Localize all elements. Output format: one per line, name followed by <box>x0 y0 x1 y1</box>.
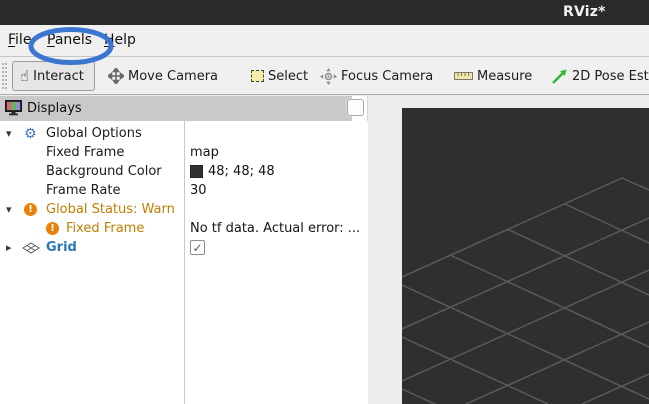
display-name: Grid <box>46 238 77 257</box>
property-name: Fixed Frame <box>46 143 124 162</box>
menu-file[interactable]: File <box>8 32 31 48</box>
select-label: Select <box>268 69 308 84</box>
ruler-icon <box>454 71 473 81</box>
displays-tree: ▾ ⚙ Global Options Fixed Frame map Backg… <box>0 121 368 404</box>
pose-estimate-tool-button[interactable]: 2D Pose Esti <box>551 62 649 90</box>
displays-panel-title: Displays <box>27 101 82 116</box>
selection-box-icon <box>251 70 264 82</box>
green-arrow-icon <box>551 68 568 85</box>
tree-row-fixed-frame[interactable]: Fixed Frame map <box>0 143 368 162</box>
menu-help[interactable]: Help <box>104 32 136 48</box>
menu-panels-mnemonic: P <box>47 32 55 48</box>
property-name: Frame Rate <box>46 181 120 200</box>
menu-panels-rest: anels <box>55 32 92 48</box>
status-message: No tf data. Actual error: ... <box>190 219 360 238</box>
menu-help-mnemonic: H <box>104 32 115 48</box>
move-arrows-icon <box>108 68 124 84</box>
displays-monitor-icon <box>5 100 22 116</box>
toolbar: ☝ Interact Move Camera Select Focus Came… <box>0 57 649 95</box>
tree-row-background-color[interactable]: Background Color 48; 48; 48 <box>0 162 368 181</box>
property-name: Background Color <box>46 162 162 181</box>
collapse-arrow-icon[interactable]: ▸ <box>6 238 12 257</box>
move-camera-tool-button[interactable]: Move Camera <box>108 62 218 90</box>
property-value[interactable]: 30 <box>190 181 207 200</box>
tree-row-frame-rate[interactable]: Frame Rate 30 <box>0 181 368 200</box>
warning-icon: ! <box>24 200 37 219</box>
tree-row-fixed-frame-status[interactable]: ! Fixed Frame No tf data. Actual error: … <box>0 219 368 238</box>
ground-grid <box>402 108 649 404</box>
hand-pointer-icon: ☝ <box>20 69 29 84</box>
menu-panels[interactable]: Panels <box>47 32 92 48</box>
pose-estimate-label: 2D Pose Esti <box>572 69 649 84</box>
window-title: RViz* <box>563 4 606 20</box>
tree-row-grid[interactable]: ▸ Grid ✓ <box>0 238 368 257</box>
measure-label: Measure <box>477 69 532 84</box>
gear-icon: ⚙ <box>24 124 37 143</box>
interact-tool-button[interactable]: ☝ Interact <box>12 61 95 91</box>
focus-camera-tool-button[interactable]: Focus Camera <box>320 62 433 90</box>
focus-camera-label: Focus Camera <box>341 69 433 84</box>
property-value[interactable]: 48; 48; 48 <box>190 162 275 181</box>
grid-enabled-checkbox[interactable]: ✓ <box>190 238 205 257</box>
checkbox-check-icon: ✓ <box>190 240 205 255</box>
move-camera-label: Move Camera <box>128 69 218 84</box>
toolbar-drag-handle[interactable] <box>2 63 7 89</box>
displays-panel-header[interactable]: Displays <box>0 96 352 121</box>
expand-arrow-icon[interactable]: ▾ <box>6 200 12 219</box>
dock-area: Displays ▾ ⚙ Global Options Fixed Frame … <box>0 95 649 404</box>
menu-file-mnemonic: F <box>8 32 15 48</box>
property-value[interactable]: map <box>190 143 219 162</box>
panel-float-button[interactable] <box>347 99 364 116</box>
status-name: Fixed Frame <box>66 219 144 238</box>
menu-file-rest: ile <box>15 32 31 48</box>
tree-row-global-options[interactable]: ▾ ⚙ Global Options <box>0 124 368 143</box>
expand-arrow-icon[interactable]: ▾ <box>6 124 12 143</box>
menubar: File Panels Help <box>0 25 649 57</box>
menu-help-rest: elp <box>115 32 136 48</box>
property-name: Global Options <box>46 124 142 143</box>
status-name: Global Status: Warn <box>46 200 175 219</box>
window-titlebar[interactable]: RViz* <box>0 0 649 25</box>
warning-icon: ! <box>46 219 59 238</box>
grid-icon <box>22 238 40 257</box>
select-tool-button[interactable]: Select <box>251 62 308 90</box>
interact-label: Interact <box>33 69 84 84</box>
measure-tool-button[interactable]: Measure <box>454 62 532 90</box>
render-viewport[interactable] <box>402 108 649 404</box>
color-swatch <box>190 165 203 178</box>
tree-row-global-status[interactable]: ▾ ! Global Status: Warn <box>0 200 368 219</box>
displays-panel: Displays ▾ ⚙ Global Options Fixed Frame … <box>0 96 368 404</box>
focus-crosshair-icon <box>320 68 337 85</box>
